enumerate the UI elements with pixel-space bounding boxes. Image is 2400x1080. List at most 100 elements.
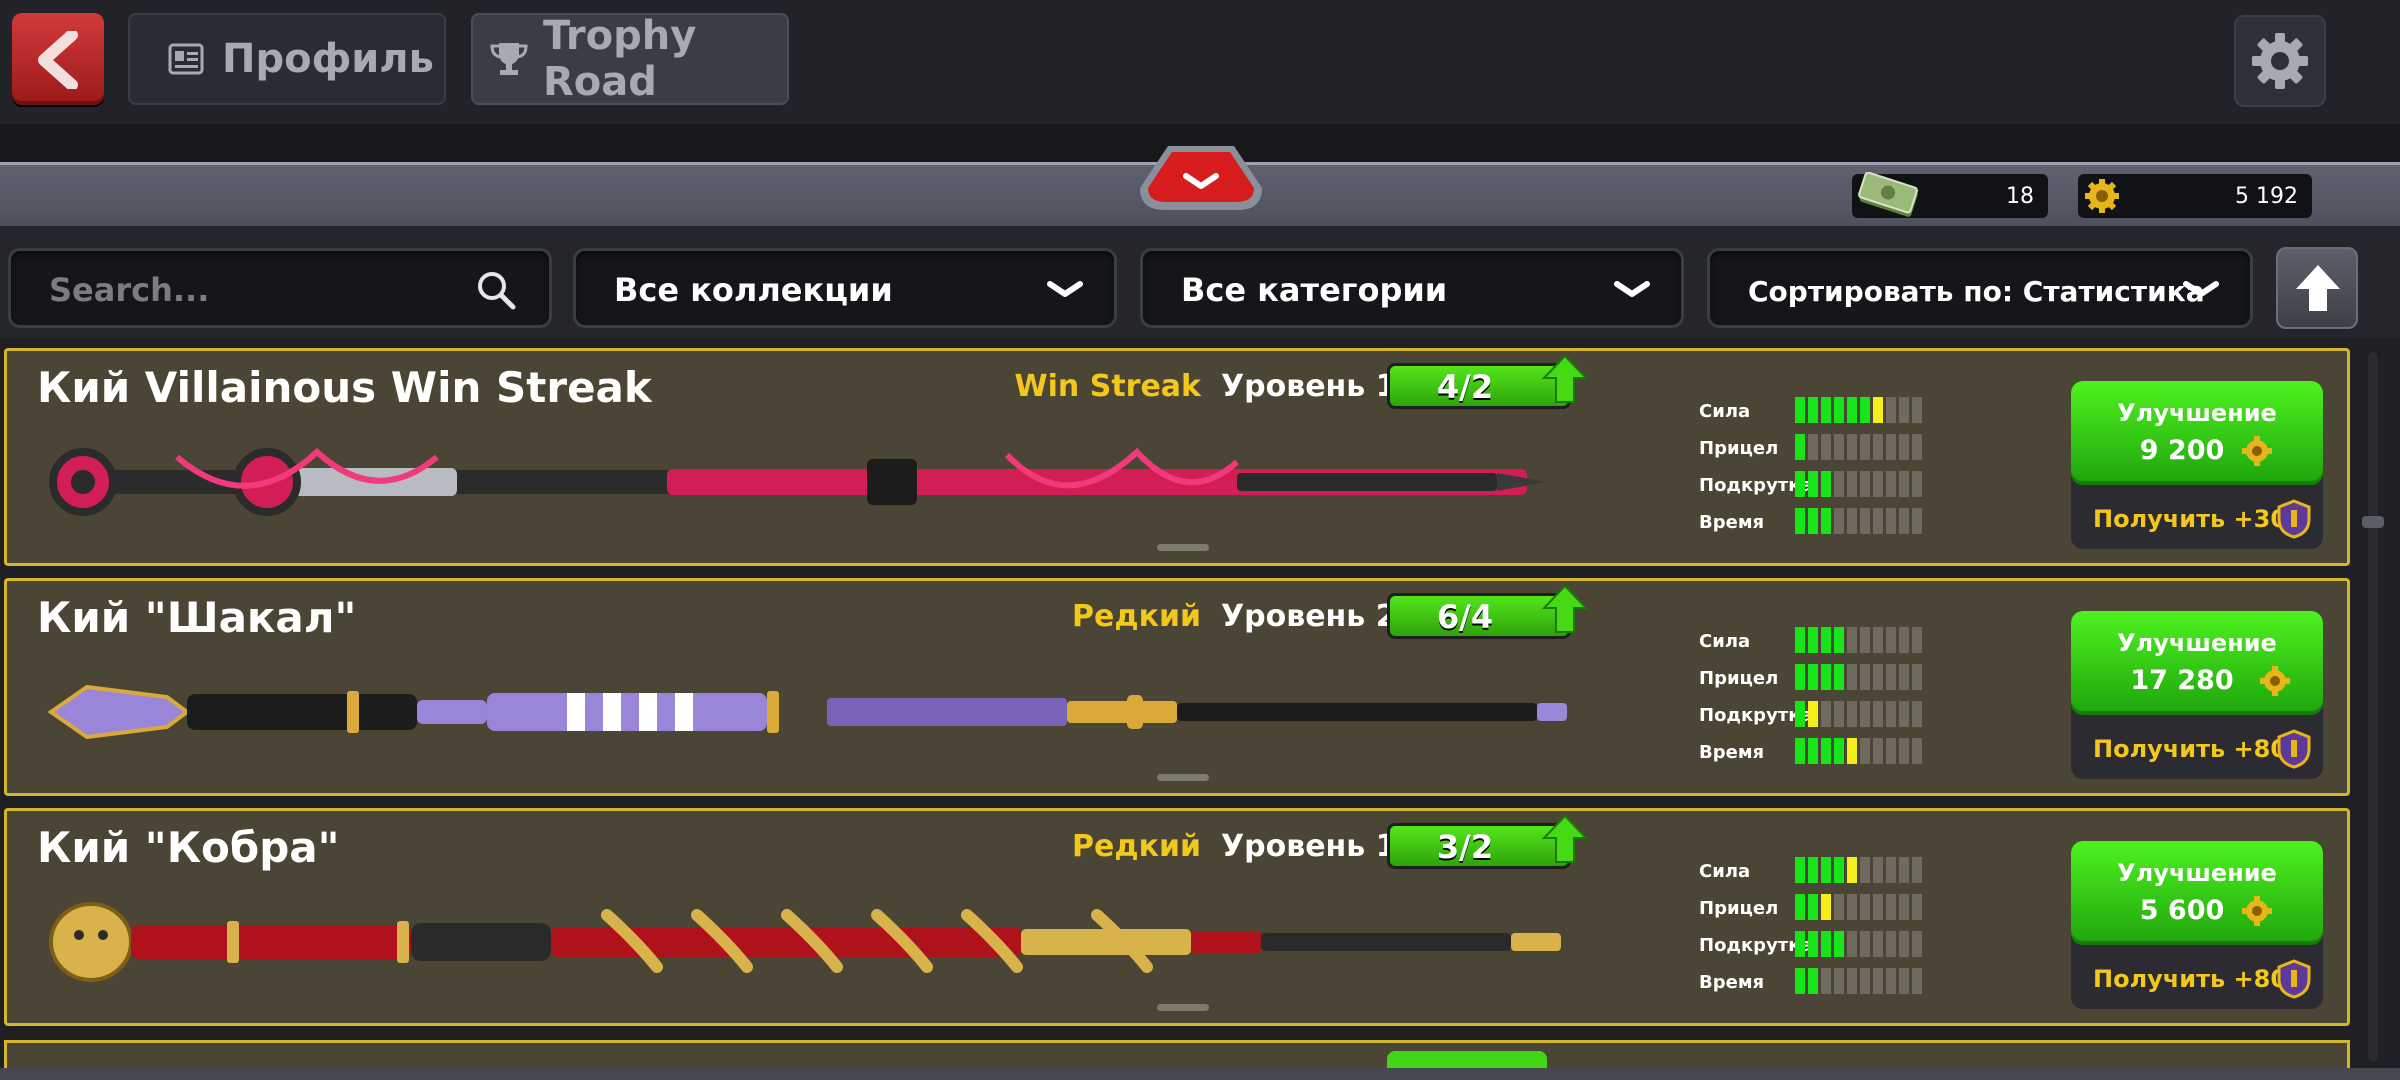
stat-segment bbox=[1873, 471, 1883, 497]
stat-segment bbox=[1873, 664, 1883, 690]
stat-segment bbox=[1834, 894, 1844, 920]
settings-button[interactable] bbox=[2234, 15, 2326, 107]
stat-segment bbox=[1834, 471, 1844, 497]
gear-icon bbox=[2252, 33, 2308, 89]
stat-segment bbox=[1860, 508, 1870, 534]
cue-name: Кий "Кобра" bbox=[37, 823, 340, 872]
cash-value: 18 bbox=[2006, 184, 2034, 209]
upgrade-panel: Улучшение 5 600 Получить +80 bbox=[2071, 841, 2323, 1009]
get-pieces-label[interactable]: Получить +30 bbox=[2093, 505, 2287, 533]
cue-card[interactable]: Кий "Шакал" Редкий Уровень 2 6/4 Сила Пр… bbox=[4, 578, 2350, 796]
stat-segment bbox=[1808, 397, 1818, 423]
upgrade-label: Улучшение bbox=[2117, 629, 2277, 657]
cue-list: Кий Villainous Win Streak Win Streak Уро… bbox=[0, 338, 2380, 1068]
stat-segment bbox=[1899, 627, 1909, 653]
stat-segment bbox=[1795, 627, 1805, 653]
upgrade-label: Улучшение bbox=[2117, 399, 2277, 427]
level-up-arrow-icon bbox=[1542, 814, 1588, 863]
stat-segment bbox=[1834, 434, 1844, 460]
cue-image bbox=[49, 447, 1547, 516]
list-scrollbar[interactable] bbox=[2368, 352, 2378, 1062]
stat-segment bbox=[1899, 664, 1909, 690]
stat-segment bbox=[1847, 664, 1857, 690]
stat-segment bbox=[1808, 701, 1818, 727]
stat-segment bbox=[1886, 931, 1896, 957]
drag-handle[interactable] bbox=[1157, 544, 1209, 551]
stat-segment bbox=[1834, 968, 1844, 994]
coins-counter: 5 192 bbox=[2078, 174, 2312, 218]
coin-icon bbox=[2260, 666, 2290, 696]
back-button[interactable] bbox=[12, 13, 104, 105]
stat-segment bbox=[1821, 701, 1831, 727]
stat-segment bbox=[1808, 857, 1818, 883]
stat-segment bbox=[1847, 471, 1857, 497]
stat-segment bbox=[1847, 894, 1857, 920]
stat-segment bbox=[1886, 968, 1896, 994]
collections-dropdown[interactable]: Все коллекции bbox=[573, 248, 1117, 328]
get-pieces-label[interactable]: Получить +80 bbox=[2093, 965, 2287, 993]
stat-segment bbox=[1795, 701, 1805, 727]
coins-value: 5 192 bbox=[2235, 184, 2298, 209]
upgrade-button[interactable]: Улучшение 5 600 bbox=[2071, 841, 2323, 945]
stat-segment bbox=[1899, 894, 1909, 920]
scrollbar-thumb[interactable] bbox=[2362, 516, 2384, 528]
tab-trophy-road[interactable]: Trophy Road bbox=[471, 13, 789, 105]
stat-segment bbox=[1808, 434, 1818, 460]
get-pieces-label[interactable]: Получить +80 bbox=[2093, 735, 2287, 763]
stat-segment bbox=[1873, 701, 1883, 727]
shield-icon bbox=[2277, 499, 2311, 539]
sort-dropdown[interactable]: Сортировать по: Статистика bbox=[1707, 248, 2253, 328]
stat-segment bbox=[1873, 434, 1883, 460]
stat-segment bbox=[1821, 434, 1831, 460]
stat-segment bbox=[1821, 664, 1831, 690]
level-progress: 3/2 bbox=[1387, 814, 1588, 869]
level-progress: 4/2 bbox=[1387, 354, 1588, 409]
cue-card[interactable]: Кий Villainous Win Streak Win Streak Уро… bbox=[4, 348, 2350, 566]
chevron-down-icon bbox=[1047, 281, 1083, 297]
stat-segment bbox=[1886, 894, 1896, 920]
upgrade-button[interactable]: Улучшение 17 280 bbox=[2071, 611, 2323, 715]
search-input[interactable] bbox=[47, 267, 471, 313]
stat-segment bbox=[1834, 931, 1844, 957]
stat-segment bbox=[1886, 471, 1896, 497]
upgrade-button[interactable]: Улучшение 9 200 bbox=[2071, 381, 2323, 485]
upgrade-label: Улучшение bbox=[2117, 859, 2277, 887]
cue-card-partial[interactable] bbox=[4, 1040, 2350, 1068]
shield-icon bbox=[2277, 959, 2311, 999]
stat-segment bbox=[1847, 397, 1857, 423]
search-icon[interactable] bbox=[475, 269, 517, 315]
upgrade-panel: Улучшение 9 200 Получить +30 bbox=[2071, 381, 2323, 549]
stat-segment bbox=[1860, 397, 1870, 423]
stat-segment bbox=[1886, 508, 1896, 534]
stat-segment bbox=[1847, 508, 1857, 534]
collapse-panel-button[interactable] bbox=[1138, 144, 1264, 214]
stat-segment bbox=[1899, 397, 1909, 423]
stat-segment bbox=[1886, 664, 1896, 690]
stat-segment bbox=[1821, 931, 1831, 957]
stat-segment bbox=[1795, 968, 1805, 994]
drag-handle[interactable] bbox=[1157, 1004, 1209, 1011]
stat-segment bbox=[1808, 931, 1818, 957]
stat-segment bbox=[1821, 471, 1831, 497]
cue-card[interactable]: Кий "Кобра" Редкий Уровень 1 3/2 Сила Пр… bbox=[4, 808, 2350, 1026]
cash-counter: 18 bbox=[1852, 171, 2048, 218]
stat-segment bbox=[1912, 701, 1922, 727]
stat-segment bbox=[1795, 738, 1805, 764]
stat-segment bbox=[1847, 857, 1857, 883]
scroll-to-top-button[interactable] bbox=[2276, 247, 2358, 329]
stat-segment bbox=[1912, 664, 1922, 690]
drag-handle[interactable] bbox=[1157, 774, 1209, 781]
tab-trophy-label: Trophy Road bbox=[543, 13, 697, 105]
collections-dropdown-label: Все коллекции bbox=[614, 271, 893, 309]
stat-segment bbox=[1873, 931, 1883, 957]
stat-segment bbox=[1912, 738, 1922, 764]
stat-segment bbox=[1795, 857, 1805, 883]
arrow-up-icon bbox=[2296, 265, 2340, 311]
search-box[interactable] bbox=[8, 248, 552, 328]
chevron-down-icon bbox=[1140, 146, 1262, 210]
stat-segment bbox=[1821, 508, 1831, 534]
categories-dropdown[interactable]: Все категории bbox=[1140, 248, 1684, 328]
stat-segment bbox=[1808, 627, 1818, 653]
tab-profile[interactable]: Профиль bbox=[128, 13, 446, 105]
stat-segment bbox=[1860, 701, 1870, 727]
